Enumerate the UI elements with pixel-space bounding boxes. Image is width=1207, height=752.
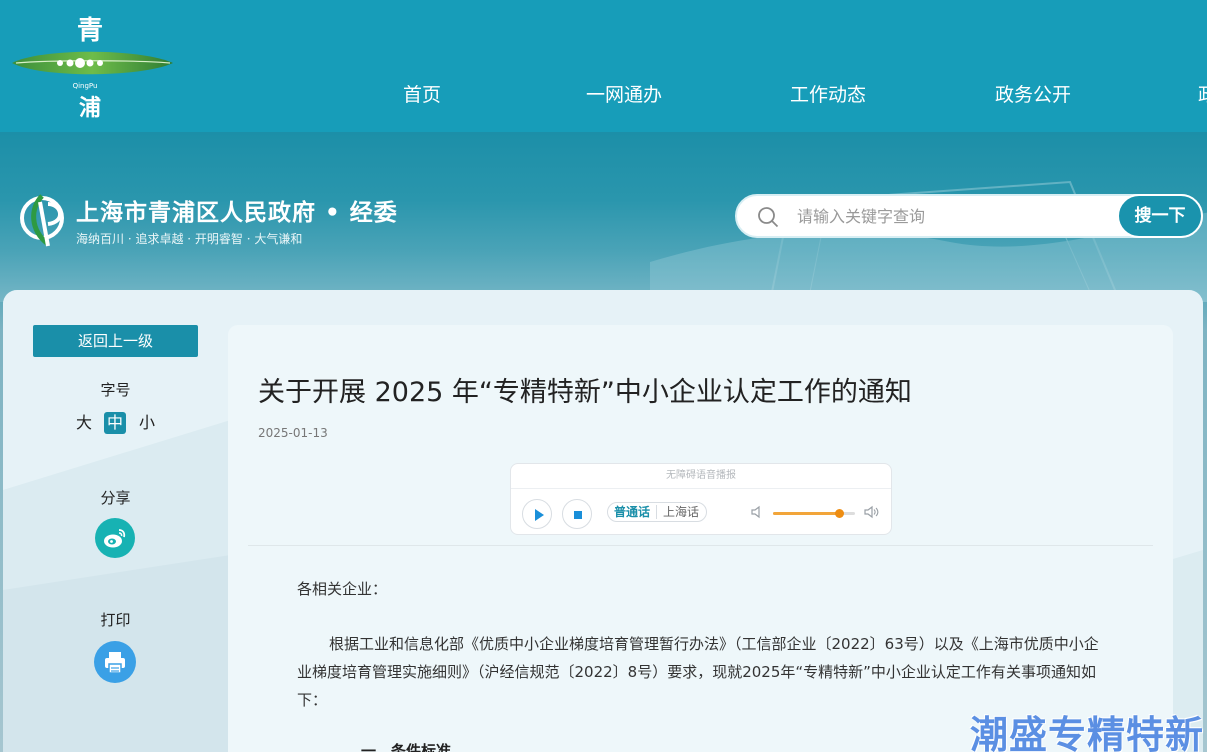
- player-header: 无障碍语音播报: [511, 464, 891, 489]
- watermark-text: 潮盛专精特新: [970, 713, 1205, 752]
- stop-icon: [574, 511, 582, 519]
- audio-player: 无障碍语音播报 普通话 上海话: [510, 463, 892, 535]
- article-date: 2025-01-13: [258, 426, 328, 440]
- language-switch: 普通话 上海话: [607, 502, 707, 522]
- volume-fill: [773, 512, 839, 515]
- share-label: 分享: [100, 489, 131, 507]
- qingpu-gov-logo-icon[interactable]: [18, 190, 80, 250]
- nav-item-home[interactable]: 首页: [403, 80, 441, 107]
- volume-knob[interactable]: [834, 509, 844, 518]
- search-bar: 搜一下: [735, 194, 1203, 238]
- play-icon: [535, 509, 544, 521]
- search-input[interactable]: [797, 202, 1097, 230]
- site-title: 上海市青浦区人民政府 • 经委: [76, 200, 398, 226]
- article-paragraph: 根据工业和信息化部《优质中小企业梯度培育管理暂行办法》（工信部企业〔2022〕6…: [297, 635, 1099, 709]
- logo-char-top: 青: [76, 16, 103, 46]
- play-button[interactable]: [522, 499, 552, 529]
- article-title: 关于开展 2025 年“专精特新”中小企业认定工作的通知: [258, 377, 912, 408]
- search-button[interactable]: 搜一下: [1117, 194, 1203, 238]
- font-size-selector: 大 中 小: [73, 412, 163, 436]
- volume-slider[interactable]: [773, 509, 855, 518]
- nav-item-work-news[interactable]: 工作动态: [790, 80, 866, 107]
- volume-low-icon[interactable]: [749, 504, 765, 520]
- nav-item-gov-open[interactable]: 政务公开: [995, 80, 1071, 107]
- font-size-large[interactable]: 大: [73, 412, 95, 434]
- main-nav: 首页 一网通办 工作动态 政务公开 政: [0, 80, 1207, 112]
- search-icon: [758, 207, 779, 228]
- font-size-label: 字号: [100, 381, 131, 399]
- back-button[interactable]: 返回上一级: [33, 325, 198, 357]
- volume-high-icon[interactable]: [863, 504, 879, 520]
- weibo-share-button[interactable]: [95, 518, 135, 558]
- lang-mandarin[interactable]: 普通话: [614, 503, 650, 521]
- print-label: 打印: [100, 611, 131, 629]
- article-subhead: 一、条件标准: [361, 742, 452, 752]
- lang-shanghainese[interactable]: 上海话: [663, 503, 699, 521]
- leaf-icon: [12, 51, 173, 75]
- weibo-icon: [104, 529, 126, 548]
- stop-button[interactable]: [562, 499, 592, 529]
- nav-item-more[interactable]: 政: [1198, 80, 1207, 107]
- printer-icon: [105, 652, 125, 674]
- content-divider: [248, 545, 1153, 546]
- nav-item-one-net[interactable]: 一网通办: [586, 80, 662, 107]
- font-size-medium[interactable]: 中: [104, 412, 126, 434]
- lang-divider: [656, 505, 657, 519]
- font-size-small[interactable]: 小: [136, 412, 158, 434]
- top-nav-bar: [0, 0, 1207, 132]
- site-slogan: 海纳百川 · 追求卓越 · 开明睿智 · 大气谦和: [76, 232, 303, 246]
- print-button[interactable]: [94, 641, 136, 683]
- article-greeting: 各相关企业：: [297, 580, 388, 598]
